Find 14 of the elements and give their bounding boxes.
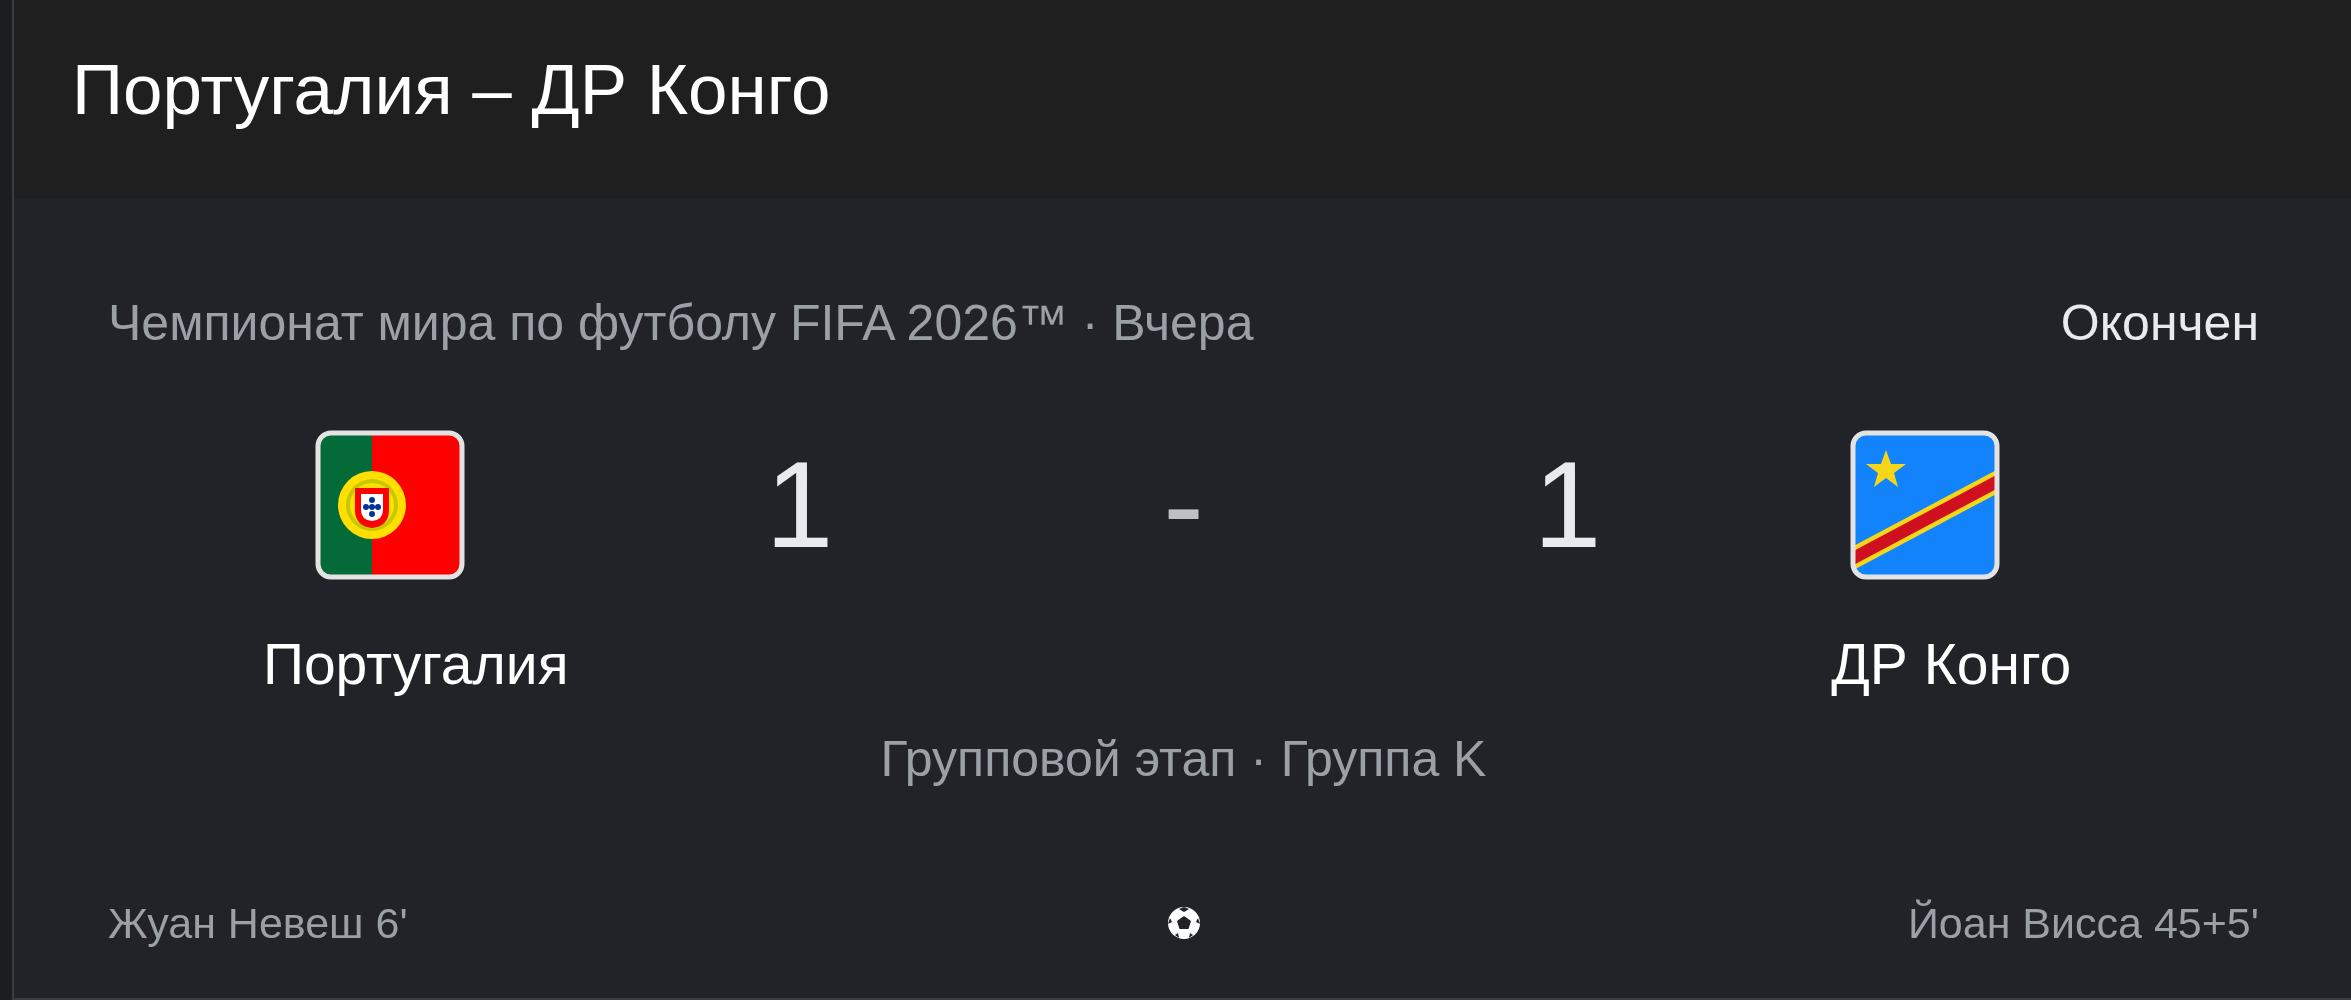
competition-label: Чемпионат мира по футболу FIFA 2026™ · Вчера <box>108 294 1254 352</box>
score: 1 <box>1533 436 1602 575</box>
match-status: Окончен <box>2060 294 2259 352</box>
team-name: Португалия <box>262 632 569 696</box>
soccer-ball-icon <box>1166 906 1201 940</box>
score: 1 <box>765 436 834 575</box>
goal-scorer: Жуан Невеш 6' <box>108 898 408 948</box>
flag-icon <box>314 430 465 580</box>
goal-scorer: Йоан Висса 45+5' <box>1907 898 2259 948</box>
score-separator: - <box>1163 436 1204 575</box>
team-name: ДР Конго <box>1831 632 2072 696</box>
flag-icon <box>1850 430 2001 580</box>
stage-label: Групповой этап · Группа K <box>880 730 1487 788</box>
page-title: Португалия – ДР Конго <box>72 52 831 128</box>
